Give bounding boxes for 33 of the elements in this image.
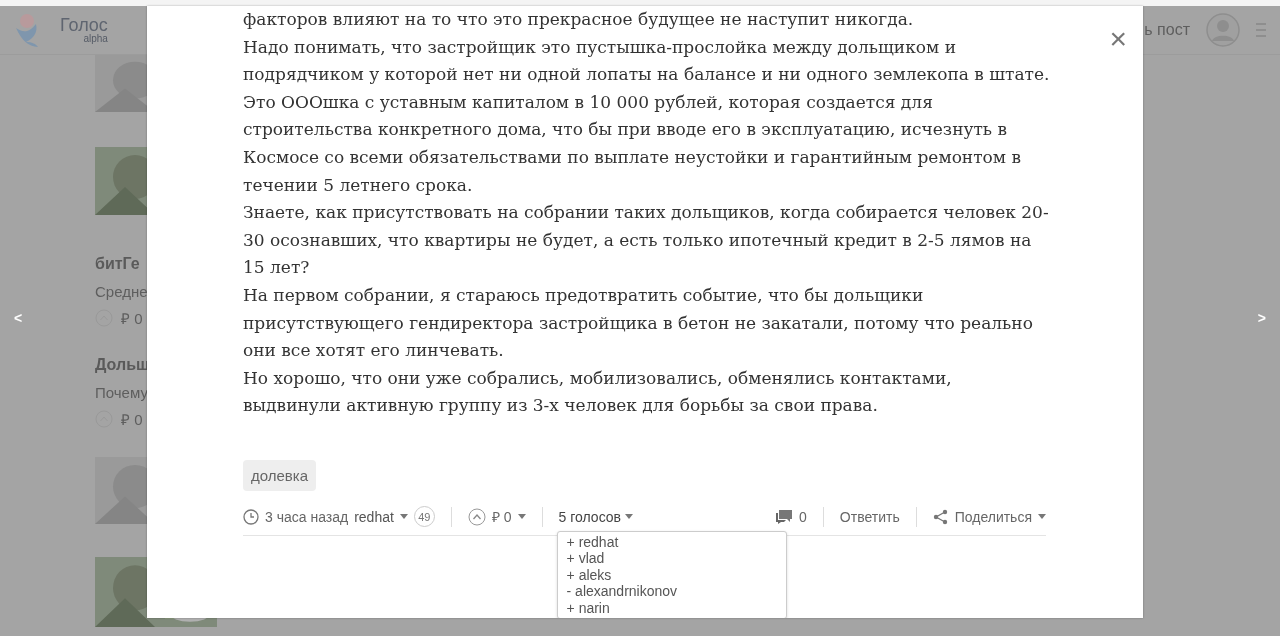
payout-amount[interactable]: ₽ 0 bbox=[491, 507, 512, 527]
post-payout: ₽ 0 bbox=[121, 410, 143, 429]
voter-item[interactable]: + redhat bbox=[557, 533, 786, 551]
post-excerpt: Средне bbox=[95, 283, 149, 300]
post-paragraph: факторов влияют на то что это прекрасное будущее не наступит никогда. bbox=[243, 8, 915, 31]
votes-button[interactable]: 5 голосов bbox=[558, 508, 621, 525]
share-icon[interactable] bbox=[932, 508, 949, 525]
caret-icon bbox=[517, 514, 526, 520]
voter-item[interactable]: + narin bbox=[557, 599, 786, 617]
post-excerpt: Почему bbox=[95, 384, 149, 401]
clock-icon bbox=[243, 508, 259, 525]
caret-icon bbox=[1038, 514, 1046, 520]
voter-item[interactable]: - alexandrnikonov bbox=[557, 583, 786, 600]
caret-icon bbox=[625, 514, 633, 520]
comments-icon[interactable] bbox=[775, 509, 794, 525]
upvote-icon[interactable] bbox=[467, 507, 486, 526]
author-link[interactable]: redhat bbox=[354, 508, 394, 525]
post-paragraph: Знаете, как присутствовать на собрании таких дольщиков, когда собирается человек 20-30 осознавших, что квартиры не будет, а есть только ипотечный кредит в 2-5 лямов на 15 лет? bbox=[243, 201, 1050, 280]
post-paragraph: Надо понимать, что застройщик это пустышка-прослойка между дольщиком и подрядчиком у которой нет ни одной лопаты на балансе и ни одного землекопа в штате. bbox=[243, 35, 1051, 87]
post-time: 3 часа назад bbox=[265, 508, 349, 525]
post-payout: ₽ 0 bbox=[121, 309, 143, 328]
voter-item[interactable]: + vlad bbox=[557, 550, 786, 567]
caret-icon bbox=[399, 514, 408, 520]
comments-count: 0 bbox=[799, 508, 807, 525]
voter-item[interactable]: + aleks bbox=[557, 566, 786, 584]
logo-subtitle: alpha bbox=[83, 34, 108, 44]
post-paragraph: На первом собрании, я стараюсь предотвратить событие, что бы дольщики присутствующего гендиректора застройщика в бетон не закатали, потому что реально они все хотят его линчевать. bbox=[243, 283, 1034, 363]
close-button[interactable]: × bbox=[1105, 24, 1131, 54]
tag-chip[interactable]: долевка bbox=[243, 459, 317, 491]
reply-link[interactable]: Ответить bbox=[839, 508, 900, 525]
share-button[interactable]: Поделиться bbox=[954, 508, 1032, 525]
post-paragraph: Это ОООшка с уставным капиталом в 10 000 рублей, которая создается для строительства конкретного дома, что бы при вводе его в эксплуатацию, исчезнуть в Космосе со всеми обязательствами по выплате неустойки и гарантийным ремонтом в течении 5 летнего срока. bbox=[243, 90, 1023, 197]
post-paragraph: Но хорошо, что они уже собрались, мобилизовались, обменялись контактами, выдвинули активную группу из 3-х человек для борьбы за свои права. bbox=[243, 366, 953, 418]
